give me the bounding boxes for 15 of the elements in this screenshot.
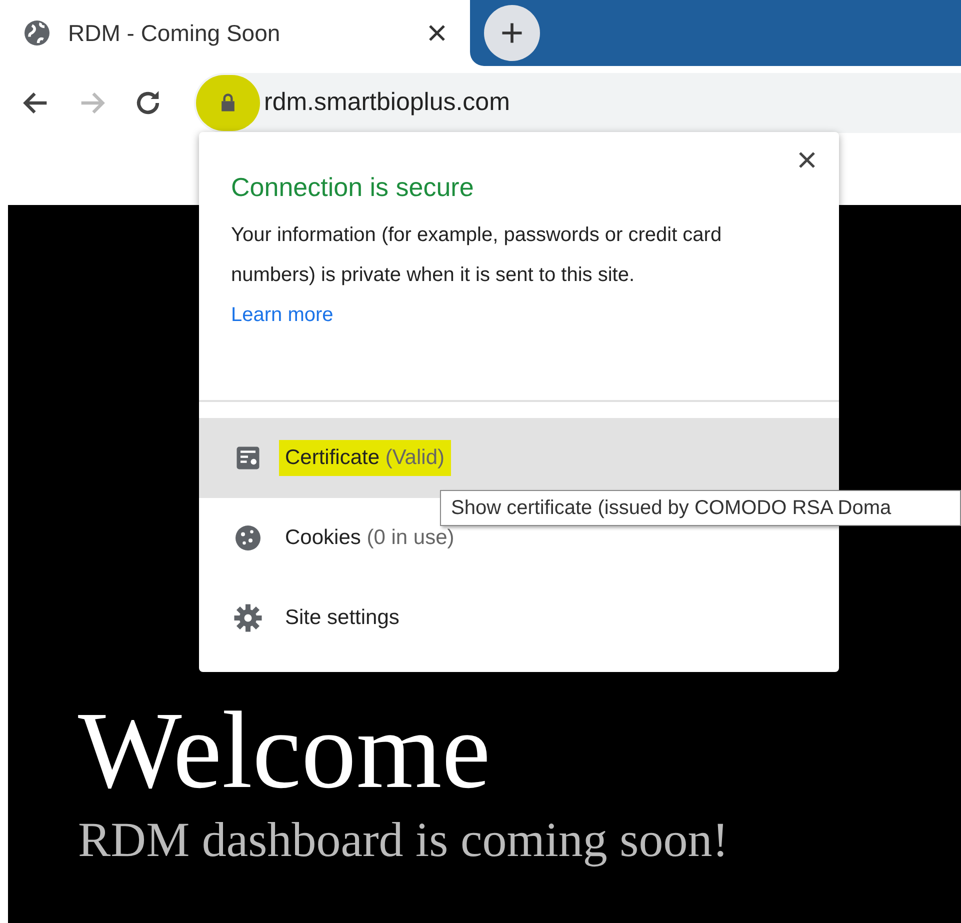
lock-button[interactable] xyxy=(196,75,260,131)
welcome-heading: Welcome xyxy=(78,693,491,808)
popup-menu-item[interactable]: Site settings xyxy=(199,578,839,658)
address-bar[interactable]: rdm.smartbioplus.com xyxy=(194,73,961,133)
tooltip: Show certificate (issued by COMODO RSA Doma xyxy=(440,490,961,526)
cookie-icon xyxy=(233,523,263,553)
popup-title: Connection is secure xyxy=(231,171,475,204)
url-text: rdm.smartbioplus.com xyxy=(264,87,510,118)
popup-menu-item[interactable]: Certificate (Valid) xyxy=(199,418,839,498)
tab-title: RDM - Coming Soon xyxy=(68,18,282,48)
gear-icon xyxy=(233,603,263,633)
learn-more-link[interactable]: Learn more xyxy=(231,304,334,326)
globe-icon xyxy=(22,18,52,48)
popup-description: Your information (for example, passwords or credit card numbers) is private when it is sent to this site. xyxy=(231,223,723,288)
coming-soon-subheading: RDM dashboard is coming soon! xyxy=(78,810,730,869)
